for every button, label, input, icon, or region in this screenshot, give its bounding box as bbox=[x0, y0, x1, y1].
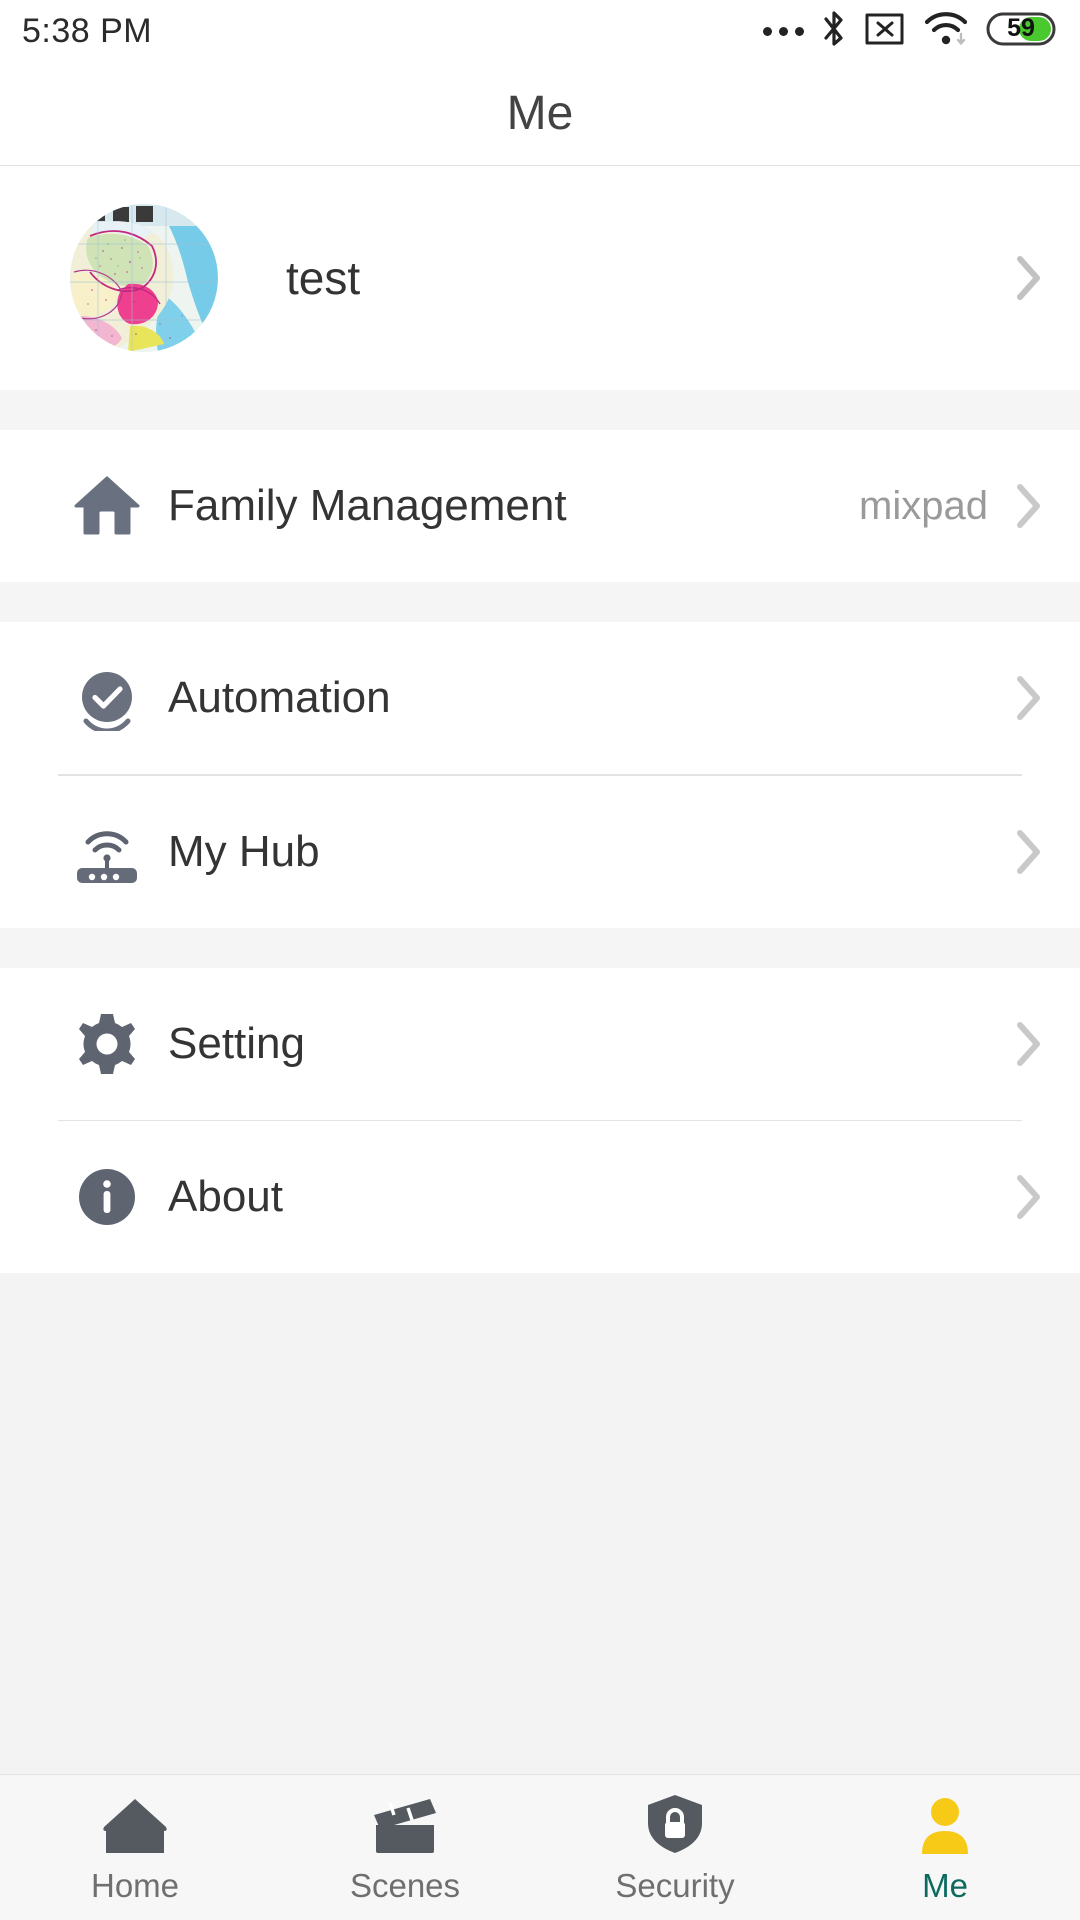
menu-item-setting[interactable]: Setting bbox=[0, 967, 1080, 1120]
menu-group-family: Family Management mixpad bbox=[0, 430, 1080, 582]
menu-item-family-management[interactable]: Family Management mixpad bbox=[0, 430, 1080, 582]
chevron-right-icon bbox=[1016, 483, 1042, 529]
house-icon bbox=[100, 1797, 170, 1855]
menu-item-about[interactable]: About bbox=[0, 1121, 1080, 1273]
home-icon bbox=[70, 475, 144, 537]
menu-item-label: About bbox=[168, 1172, 283, 1221]
profile-name: test bbox=[286, 252, 361, 304]
nav-tab-label: Security bbox=[615, 1867, 735, 1904]
chevron-right-icon bbox=[1016, 1174, 1042, 1220]
map-photo-avatar bbox=[70, 204, 218, 352]
section-gap bbox=[0, 390, 1080, 430]
menu-item-value: mixpad bbox=[859, 483, 988, 528]
nav-tab-label: Home bbox=[90, 1867, 180, 1904]
status-bar-clock: 5:38 PM bbox=[22, 11, 153, 50]
person-icon bbox=[914, 1797, 976, 1855]
nav-tab-me[interactable]: Me bbox=[810, 1775, 1080, 1920]
section-gap bbox=[0, 582, 1080, 622]
content-filler bbox=[0, 1273, 1080, 1774]
status-bar: 5:38 PM 59 bbox=[0, 0, 1080, 62]
chevron-right-icon bbox=[1016, 829, 1042, 875]
avatar[interactable] bbox=[70, 204, 218, 352]
gear-icon bbox=[70, 1011, 144, 1077]
more-dots-icon bbox=[763, 26, 804, 36]
bluetooth-icon bbox=[821, 9, 847, 54]
menu-group-devices: Automation My Hub bbox=[0, 622, 1080, 928]
shield-lock-icon bbox=[644, 1795, 706, 1855]
bottom-navigation: Home Scenes Security Me bbox=[0, 1774, 1080, 1920]
battery-level-text: 59 bbox=[1007, 14, 1035, 42]
chevron-right-icon bbox=[1016, 255, 1042, 301]
app-screen: 5:38 PM 59 Me test Family Management mix… bbox=[0, 0, 1080, 1920]
menu-item-label: Setting bbox=[168, 1018, 305, 1068]
nav-tab-scenes[interactable]: Scenes bbox=[270, 1775, 540, 1920]
check-circle-icon bbox=[70, 665, 144, 731]
page-header: Me bbox=[0, 62, 1080, 166]
chevron-right-icon bbox=[1016, 675, 1042, 721]
profile-row[interactable]: test bbox=[0, 166, 1080, 390]
sim-card-disabled-icon bbox=[864, 11, 906, 52]
nav-tab-home[interactable]: Home bbox=[0, 1775, 270, 1920]
status-bar-icons: 59 bbox=[763, 9, 1056, 54]
nav-tab-label: Me bbox=[922, 1867, 968, 1904]
menu-item-label: Family Management bbox=[168, 481, 567, 530]
chevron-right-icon bbox=[1016, 1021, 1042, 1067]
battery-icon: 59 bbox=[986, 10, 1056, 53]
menu-group-system: Setting About bbox=[0, 967, 1080, 1273]
clapperboard-icon bbox=[368, 1797, 442, 1855]
menu-item-label: Automation bbox=[168, 673, 391, 722]
wifi-icon bbox=[923, 10, 969, 53]
page-title: Me bbox=[506, 87, 574, 140]
section-gap bbox=[0, 927, 1080, 968]
menu-item-label: My Hub bbox=[168, 826, 320, 876]
info-circle-icon bbox=[70, 1164, 144, 1230]
menu-item-automation[interactable]: Automation bbox=[0, 622, 1080, 774]
menu-item-my-hub[interactable]: My Hub bbox=[0, 775, 1080, 928]
nav-tab-label: Scenes bbox=[349, 1867, 461, 1904]
nav-tab-security[interactable]: Security bbox=[540, 1775, 810, 1920]
router-icon bbox=[70, 820, 144, 884]
